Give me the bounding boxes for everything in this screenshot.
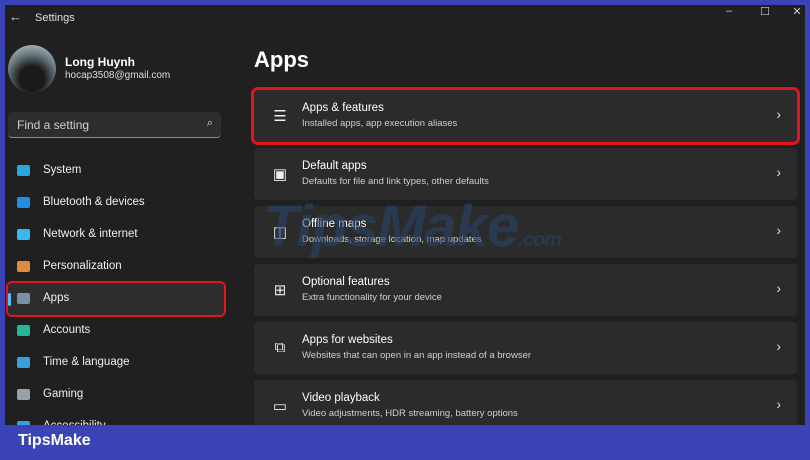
maximize-button[interactable]: ☐ <box>755 5 775 18</box>
sidebar-icon <box>17 325 30 336</box>
avatar[interactable] <box>8 45 56 93</box>
card-icon: ⧉ <box>274 339 286 356</box>
back-button[interactable]: ← <box>9 9 22 24</box>
card-title: Apps & features <box>302 102 384 114</box>
card-subtitle: Extra functionality for your device <box>302 292 442 303</box>
sidebar-item-label: Bluetooth & devices <box>43 196 145 208</box>
sidebar-icon <box>17 421 30 425</box>
card-icon: ☰ <box>273 108 287 125</box>
card-icon: ⊞ <box>273 282 287 299</box>
settings-window: ← Settings – ☐ ✕ Long Huynh hocap3508@gm… <box>5 5 805 425</box>
chevron-right-icon: › <box>776 280 781 296</box>
user-name: Long Huynh <box>65 55 135 69</box>
search-input[interactable]: Find a setting ⌕ <box>8 112 221 138</box>
sidebar-item-label: Time & language <box>43 356 130 368</box>
card-title: Video playback <box>302 392 380 404</box>
card-title: Optional features <box>302 276 390 288</box>
sidebar-item-gaming[interactable]: Gaming <box>8 379 224 411</box>
sidebar-icon <box>17 165 30 176</box>
sidebar-item-label: Network & internet <box>43 228 138 240</box>
card-title: Offline maps <box>302 218 367 230</box>
page-title: Apps <box>254 47 309 72</box>
card-default-apps[interactable]: ▣ Default apps Defaults for file and link … <box>254 148 797 200</box>
sidebar-nav: System Bluetooth & devices Network & inter… <box>6 155 226 425</box>
sidebar-item-label: Gaming <box>43 388 84 400</box>
sidebar-item-accounts[interactable]: Accounts <box>8 315 224 347</box>
sidebar-item-label: Apps <box>43 292 70 304</box>
search-icon: ⌕ <box>206 117 213 129</box>
chevron-right-icon: › <box>776 222 781 238</box>
sidebar-icon <box>17 197 30 208</box>
card-apps-features[interactable]: ☰ Apps & features Installed apps, app exec… <box>251 87 800 145</box>
card-icon: ▣ <box>272 166 288 183</box>
sidebar-icon <box>17 357 30 368</box>
card-subtitle: Websites that can open in an app instead… <box>302 350 532 361</box>
footer-brand: TipsMake <box>18 432 91 449</box>
search-placeholder: Find a setting <box>17 118 90 132</box>
card-title: Apps for websites <box>302 334 393 346</box>
card-offline-maps[interactable]: ◫ Offline maps Downloads, storage location… <box>254 206 797 258</box>
sidebar-item-apps[interactable]: Apps <box>6 281 226 317</box>
window-title: Settings <box>35 12 75 24</box>
sidebar-icon <box>17 389 30 400</box>
chevron-right-icon: › <box>776 338 781 354</box>
card-subtitle: Installed apps, app execution aliases <box>302 118 458 129</box>
card-video-playback[interactable]: ▭ Video playback Video adjustments, HDR st… <box>254 380 797 425</box>
sidebar-item-system[interactable]: System <box>8 155 224 187</box>
sidebar-item-time-language[interactable]: Time & language <box>8 347 224 379</box>
card-subtitle: Video adjustments, HDR streaming, batter… <box>302 408 518 419</box>
close-button[interactable]: ✕ <box>787 5 805 18</box>
sidebar-item-label: Personalization <box>43 260 122 272</box>
sidebar-icon <box>17 293 30 304</box>
chevron-right-icon: › <box>776 396 781 412</box>
card-title: Default apps <box>302 160 367 172</box>
user-email: hocap3508@gmail.com <box>65 70 171 81</box>
card-subtitle: Defaults for file and link types, other … <box>302 176 489 187</box>
sidebar-item-label: System <box>43 164 82 176</box>
sidebar-item-network-internet[interactable]: Network & internet <box>8 219 224 251</box>
minimize-button[interactable]: – <box>719 5 739 17</box>
chevron-right-icon: › <box>776 106 781 122</box>
card-subtitle: Downloads, storage location, map updates <box>302 234 482 245</box>
selection-indicator <box>8 293 11 306</box>
sidebar-icon <box>17 229 30 240</box>
sidebar-item-personalization[interactable]: Personalization <box>8 251 224 283</box>
card-apps-for-websites[interactable]: ⧉ Apps for websites Websites that can open… <box>254 322 797 374</box>
sidebar-item-bluetooth-devices[interactable]: Bluetooth & devices <box>8 187 224 219</box>
chevron-right-icon: › <box>776 164 781 180</box>
title-bar: ← Settings – ☐ ✕ <box>5 5 805 31</box>
sidebar-item-label: Accessibility <box>43 420 106 425</box>
sidebar-icon <box>17 261 30 272</box>
card-icon: ◫ <box>272 224 288 241</box>
card-optional-features[interactable]: ⊞ Optional features Extra functionality fo… <box>254 264 797 316</box>
card-icon: ▭ <box>272 398 288 415</box>
sidebar-item-accessibility[interactable]: Accessibility <box>8 411 224 425</box>
sidebar-item-label: Accounts <box>43 324 91 336</box>
